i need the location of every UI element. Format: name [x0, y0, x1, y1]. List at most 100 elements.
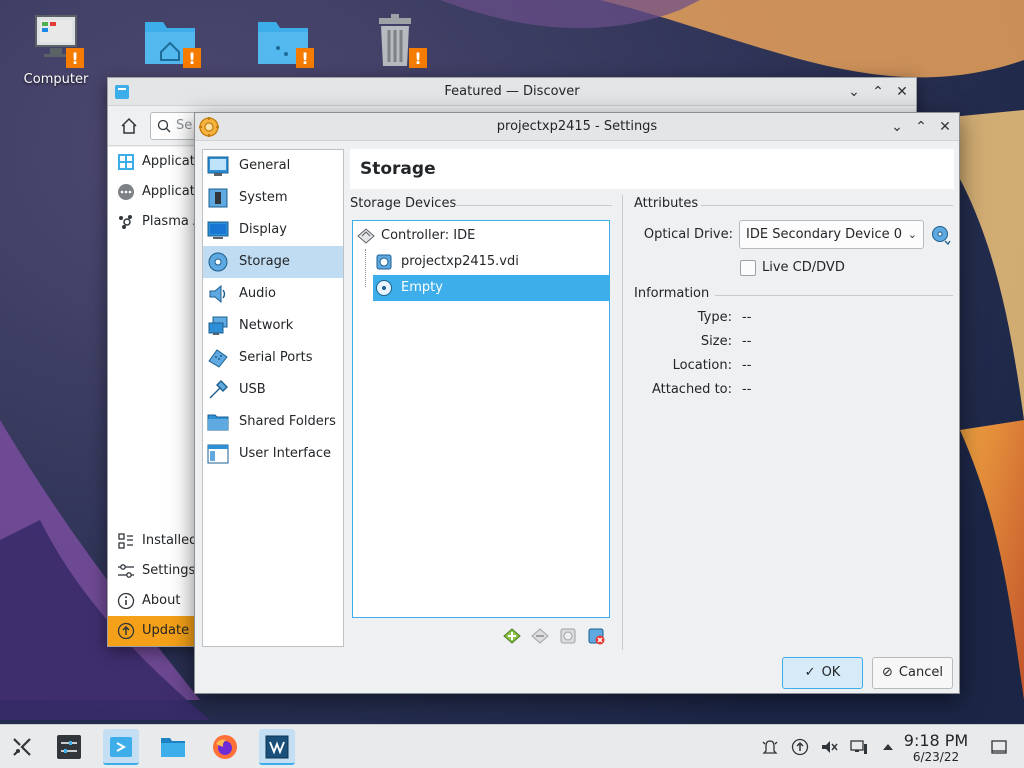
desktop-icon-computer[interactable]: ! Computer	[11, 12, 101, 87]
cancel-button-label: Cancel	[898, 665, 943, 680]
discover-titlebar[interactable]: Featured — Discover ⌄ ⌃ ✕	[108, 78, 916, 106]
category-shared-folders[interactable]: Shared Folders	[203, 406, 343, 438]
settings-dialog[interactable]: projectxp2415 - Settings ⌄ ⌃ ✕ General S…	[194, 112, 960, 694]
sidebar-item-installed[interactable]: Installed	[108, 526, 197, 556]
desktop-icon-network-folder[interactable]: !	[238, 12, 328, 70]
settings-icon	[118, 564, 134, 578]
category-usb[interactable]: USB	[203, 374, 343, 406]
info-attached-value: --	[742, 382, 752, 397]
info-type-value: --	[742, 310, 752, 325]
category-network[interactable]: Network	[203, 310, 343, 342]
clock-time[interactable]: 9:18 PM	[898, 731, 974, 750]
system-settings-icon	[57, 735, 81, 759]
category-storage[interactable]: Storage	[203, 246, 343, 278]
notifications-icon[interactable]	[761, 738, 779, 756]
volume-muted-icon[interactable]	[820, 738, 838, 756]
sidebar-item-plasma-addons[interactable]: Plasma A	[108, 207, 197, 237]
plasma-icon	[119, 215, 132, 229]
tree-item-optical-empty[interactable]: Empty	[373, 275, 609, 301]
settings-titlebar[interactable]: projectxp2415 - Settings ⌄ ⌃ ✕	[195, 113, 959, 141]
svg-text:!: !	[301, 49, 308, 68]
category-user-interface[interactable]: User Interface	[203, 438, 343, 470]
sidebar-item-about[interactable]: About	[108, 586, 197, 616]
controller-icon	[357, 228, 375, 244]
cancel-button[interactable]: ⊘ Cancel	[872, 657, 953, 689]
application-launcher[interactable]	[4, 729, 40, 765]
updates-tray-icon[interactable]	[791, 738, 809, 756]
expand-tray-icon[interactable]	[879, 738, 897, 756]
tree-item-label: Empty	[401, 280, 443, 295]
info-size-label: Size:	[700, 334, 732, 349]
maximize-button[interactable]: ⌃	[913, 119, 929, 135]
minimize-button[interactable]: ⌄	[889, 119, 905, 135]
desktop-icon-label: Computer	[23, 72, 89, 87]
maximize-button[interactable]: ⌃	[870, 84, 886, 100]
cancel-icon: ⊘	[882, 665, 893, 680]
firefox-icon	[213, 735, 237, 759]
virtualbox-icon	[265, 735, 289, 759]
category-serial-ports[interactable]: Serial Ports	[203, 342, 343, 374]
live-cd-label[interactable]: Live CD/DVD	[762, 260, 845, 275]
add-attachment-icon[interactable]	[559, 627, 577, 645]
divider	[701, 205, 953, 206]
category-system[interactable]: System	[203, 182, 343, 214]
sidebar-item-settings[interactable]: Settings	[108, 556, 197, 586]
ok-button[interactable]: ✓ OK	[782, 657, 863, 689]
discover-sidebar: Applicati Applicati Plasma A Installed S…	[108, 147, 198, 646]
info-type-label: Type:	[697, 310, 732, 325]
close-button[interactable]: ✕	[894, 84, 910, 100]
sidebar-item-application-addons[interactable]: Applicati	[108, 177, 197, 207]
system-icon	[208, 188, 228, 208]
clock-date[interactable]: 6/23/22	[898, 750, 974, 764]
add-controller-icon[interactable]	[503, 627, 521, 645]
tree-controller-ide[interactable]: Controller: IDE	[353, 223, 609, 249]
taskbar-virtualbox[interactable]	[259, 729, 295, 765]
category-label: Display	[239, 222, 287, 237]
svg-text:!: !	[414, 49, 421, 68]
desktop-icon-trash[interactable]: !	[351, 10, 441, 70]
sidebar-item-applications[interactable]: Applicati	[108, 147, 197, 177]
tree-item-hard-disk[interactable]: projectxp2415.vdi	[373, 249, 609, 275]
taskbar-file-manager[interactable]	[155, 729, 191, 765]
category-audio[interactable]: Audio	[203, 278, 343, 310]
discover-window-title: Featured — Discover	[444, 84, 580, 99]
network-tray-icon[interactable]	[850, 738, 868, 756]
category-display[interactable]: Display	[203, 214, 343, 246]
chevron-down-icon: ⌄	[907, 228, 917, 241]
storage-devices-heading: Storage Devices	[350, 196, 457, 211]
desktop-icon-home[interactable]: !	[125, 12, 215, 70]
sidebar-item-label: Applicati	[142, 184, 198, 199]
sidebar-item-label: Settings	[142, 563, 196, 578]
taskbar: 9:18 PM 6/23/22	[0, 724, 1024, 768]
category-label: User Interface	[239, 446, 331, 461]
display-icon	[207, 221, 229, 239]
discover-taskbar-icon	[110, 737, 132, 757]
network-icon	[208, 316, 228, 335]
general-icon	[207, 156, 229, 176]
computer-icon: !	[35, 15, 84, 68]
sidebar-item-update[interactable]: Update	[108, 616, 197, 646]
category-label: General	[239, 158, 291, 173]
taskbar-system-settings[interactable]	[51, 729, 87, 765]
category-general[interactable]: General	[203, 150, 343, 182]
remove-controller-icon[interactable]	[531, 627, 549, 645]
svg-text:!: !	[71, 49, 78, 68]
show-desktop-icon[interactable]	[990, 738, 1008, 756]
divider	[715, 295, 953, 296]
optical-disc-icon	[376, 280, 392, 296]
taskbar-firefox[interactable]	[207, 729, 243, 765]
choose-disk-icon[interactable]	[931, 225, 951, 245]
optical-drive-select[interactable]: IDE Secondary Device 0 ⌄	[739, 220, 924, 249]
storage-tree[interactable]: Controller: IDE projectxp2415.vdi Empty	[352, 220, 610, 618]
taskbar-discover[interactable]	[103, 729, 139, 765]
home-icon[interactable]	[120, 117, 138, 135]
live-cd-checkbox[interactable]	[740, 260, 756, 276]
ok-button-label: OK	[821, 665, 841, 680]
category-label: USB	[239, 382, 266, 397]
tree-item-label: projectxp2415.vdi	[401, 254, 519, 269]
svg-text:!: !	[188, 49, 195, 68]
close-button[interactable]: ✕	[937, 119, 953, 135]
minimize-button[interactable]: ⌄	[846, 84, 862, 100]
remove-attachment-icon[interactable]	[587, 627, 605, 645]
category-label: Storage	[239, 254, 290, 269]
